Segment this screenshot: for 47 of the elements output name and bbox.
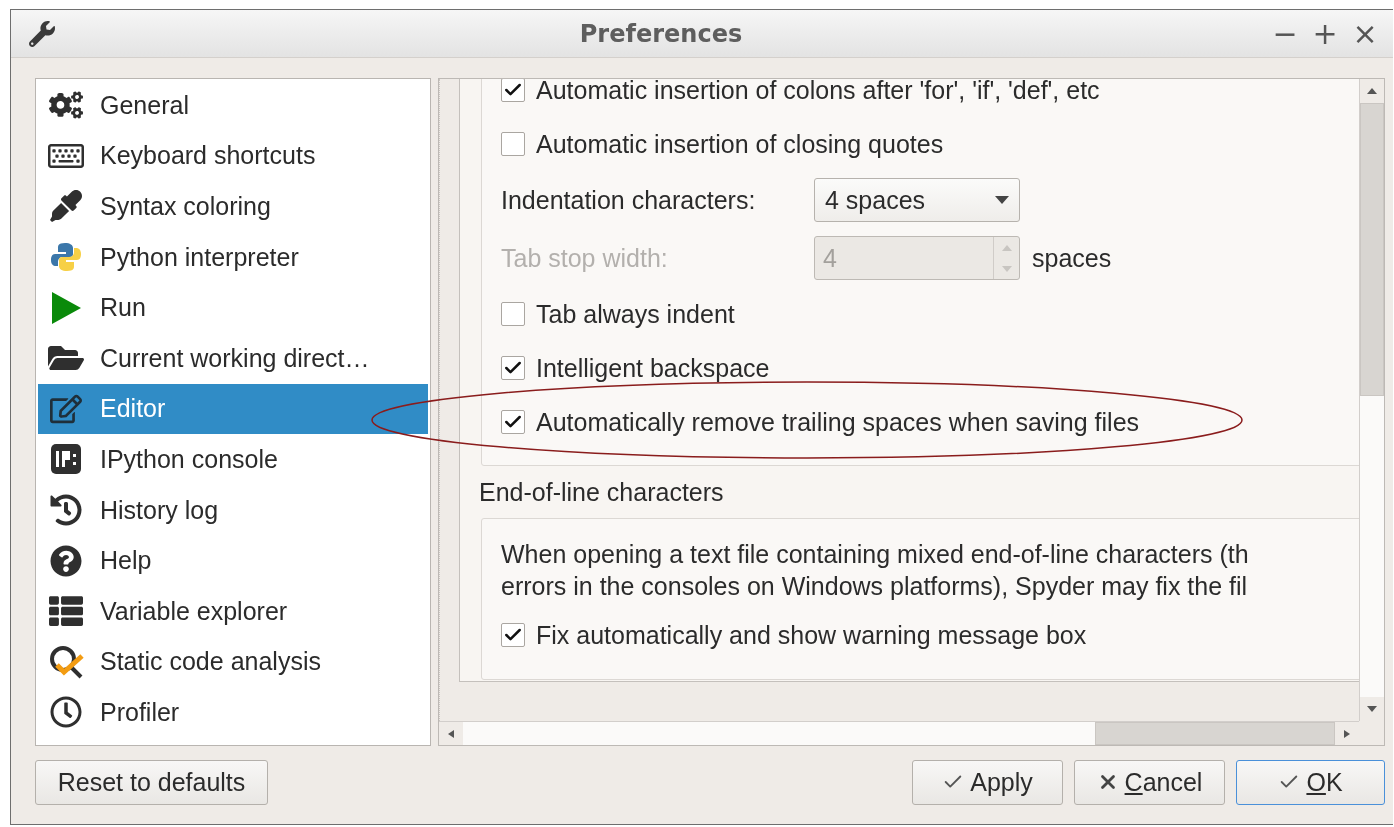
checkbox-label: Tab always indent (536, 299, 735, 329)
sidebar-item[interactable]: Help (38, 535, 428, 586)
dropdown[interactable]: 4 spaces (814, 178, 1020, 222)
checkbox-label: Fix automatically and show warning message box (536, 620, 1087, 650)
sidebar-item[interactable]: Run (38, 282, 428, 333)
checkbox[interactable] (501, 410, 525, 434)
scroll-down-icon[interactable] (1367, 705, 1377, 713)
scroll-left-icon[interactable] (446, 730, 456, 738)
sidebar-item[interactable]: History log (38, 484, 428, 536)
sidebar-item[interactable]: Keyboard shortcuts (38, 130, 428, 182)
checkbox-label: Automatic insertion of colons after 'for', 'if', 'def', etc (536, 79, 1100, 105)
sidebar-item[interactable]: Python interpreter (38, 231, 428, 283)
close-button[interactable]: × (1345, 18, 1385, 49)
window-title: Preferences (578, 19, 744, 48)
sidebar-item[interactable]: Profiler (38, 687, 428, 738)
checkbox-label: Automatic insertion of closing quotes (536, 129, 944, 159)
checkbox[interactable] (501, 132, 525, 156)
unit-label: spaces (1032, 243, 1112, 273)
scroll-up-icon[interactable] (1367, 87, 1377, 95)
cancel-button[interactable]: Cancel (1074, 759, 1225, 805)
checkbox-label: Intelligent backspace (536, 353, 770, 383)
field-label: Indentation characters: (501, 185, 757, 215)
checkbox[interactable] (501, 79, 525, 102)
field-label: Tab stop width: (501, 243, 669, 273)
checkbox[interactable] (501, 356, 525, 380)
checkbox[interactable] (501, 623, 525, 647)
apply-button[interactable]: Apply (912, 759, 1063, 805)
scrollbar-thumb[interactable] (1095, 722, 1335, 745)
description-line: errors in the consoles on Windows platforms), Spyder may fix the fil (501, 571, 1249, 602)
sidebar-item[interactable]: General (38, 80, 428, 131)
caret-icon (995, 196, 1009, 204)
scrollbar-thumb[interactable] (1360, 103, 1384, 396)
sidebar-item[interactable]: Static code analysis (38, 636, 428, 688)
checkbox-label: Automatically remove trailing spaces when saving files (536, 407, 1140, 437)
sidebar-item[interactable]: Variable explorer (38, 585, 428, 637)
group-title: End-of-line characters (479, 476, 725, 508)
sidebar-item[interactable]: IPython console (38, 434, 428, 485)
description-line: When opening a text file containing mixed end-of-line characters (th (501, 539, 1250, 570)
minimize-button[interactable]: − (1265, 18, 1305, 49)
sidebar-item[interactable]: Syntax coloring (38, 181, 428, 232)
sidebar-item[interactable]: Editor (38, 383, 428, 435)
maximize-button[interactable]: + (1305, 18, 1345, 49)
checkbox[interactable] (501, 302, 525, 326)
reset-button[interactable]: Reset to defaults (35, 759, 268, 805)
sidebar-item[interactable]: Current working direct… (38, 332, 428, 384)
ok-button[interactable]: OK (1236, 759, 1385, 805)
scroll-right-icon[interactable] (1342, 730, 1352, 738)
